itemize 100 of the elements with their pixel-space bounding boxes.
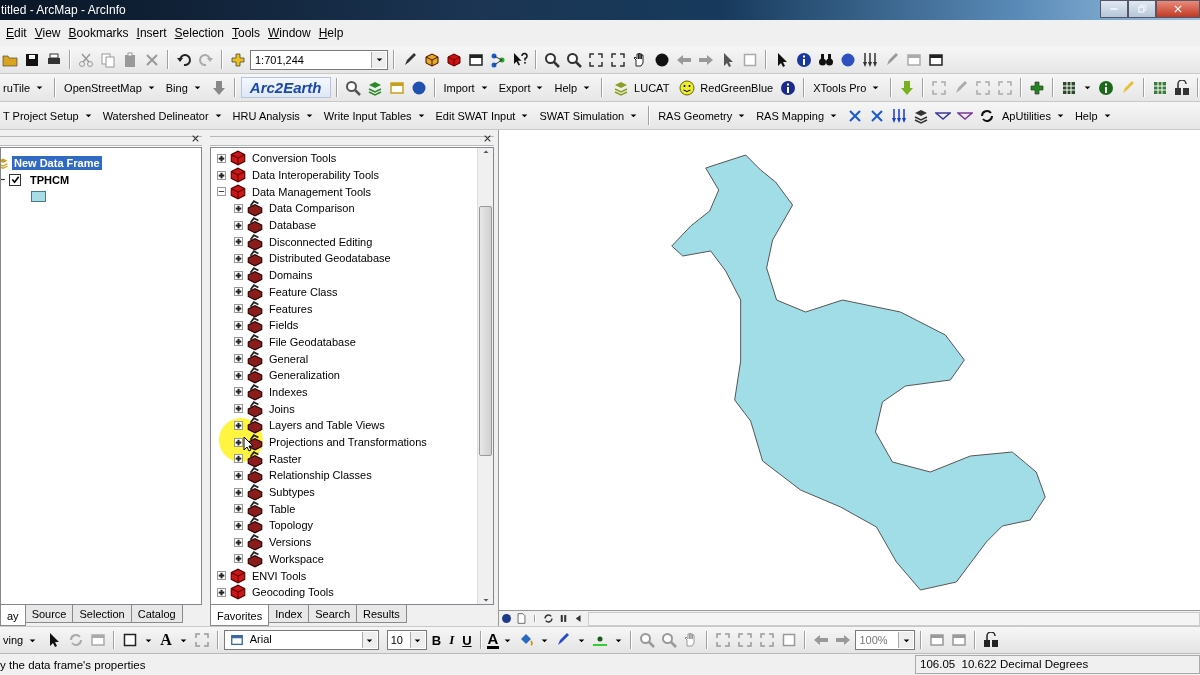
add-data-icon[interactable]: [230, 51, 246, 68]
stack-icon[interactable]: [913, 107, 929, 124]
panel-tab[interactable]: Source: [24, 605, 74, 623]
menu-dropdown[interactable]: T Project Setup: [0, 107, 98, 124]
panel-tab[interactable]: Index: [268, 605, 310, 623]
tree-item[interactable]: Geocoding Tools: [252, 586, 334, 599]
menu-dropdown[interactable]: Help: [551, 79, 597, 96]
panel-tab[interactable]: Selection: [72, 605, 132, 623]
font-color-button[interactable]: A: [486, 631, 500, 649]
expand-toggle-icon[interactable]: [234, 404, 243, 414]
panel-tab[interactable]: Search: [308, 605, 358, 623]
expand-toggle-icon[interactable]: [234, 387, 243, 397]
menu-item[interactable]: Insert: [132, 23, 171, 43]
expand-toggle-icon[interactable]: [234, 487, 243, 497]
line-color-icon[interactable]: [555, 632, 572, 648]
menu-dropdown[interactable]: RAS Geometry: [655, 107, 752, 124]
whats-this-icon[interactable]: [512, 51, 528, 68]
menu-dropdown[interactable]: Export: [495, 79, 550, 96]
flow-lines-icon[interactable]: [891, 107, 907, 124]
find-icon[interactable]: [818, 51, 834, 68]
menu-item[interactable]: View: [30, 23, 65, 43]
tree-item[interactable]: Disconnected Editing: [269, 235, 373, 248]
layers-icon[interactable]: [366, 79, 383, 96]
expand-toggle-icon[interactable]: [217, 153, 226, 163]
tree-item[interactable]: Fields: [269, 319, 299, 332]
new-text-button[interactable]: A: [157, 629, 175, 651]
menu-dropdown[interactable]: RAS Mapping: [753, 107, 843, 124]
expand-toggle-icon[interactable]: [234, 520, 243, 530]
expand-toggle-icon[interactable]: [234, 370, 243, 380]
tree-item[interactable]: Domains: [269, 269, 313, 282]
zoom-in-page-icon[interactable]: [639, 632, 656, 648]
font-field[interactable]: Arial: [223, 630, 379, 650]
zoom-in-icon[interactable]: [544, 51, 560, 68]
bold-button[interactable]: B: [428, 630, 445, 650]
add-icon[interactable]: [1029, 79, 1046, 96]
expand-toggle-icon[interactable]: [234, 253, 243, 263]
menu-dropdown[interactable]: ApUtilities: [999, 107, 1070, 124]
expand-toggle-icon[interactable]: [234, 270, 243, 280]
layer-checkbox[interactable]: [9, 173, 21, 186]
hyperlink-icon[interactable]: [884, 51, 900, 68]
data-frame-label[interactable]: New Data Frame: [12, 155, 102, 170]
tree-item[interactable]: Feature Class: [269, 285, 338, 298]
close-button[interactable]: [1156, 0, 1200, 18]
expand-toggle-icon[interactable]: [234, 203, 243, 213]
save-icon[interactable]: [24, 51, 40, 68]
menu-item[interactable]: Tools: [227, 23, 264, 43]
menu-dropdown[interactable]: HRU Analysis: [229, 107, 319, 124]
menu-dropdown[interactable]: ruTile: [0, 79, 50, 96]
measure-icon[interactable]: [862, 51, 878, 68]
expand-toggle-icon[interactable]: [234, 554, 243, 564]
toolbar-button[interactable]: LUCAT: [608, 77, 673, 98]
menu-item[interactable]: Selection: [170, 23, 228, 43]
menu-dropdown[interactable]: Watershed Delineator: [99, 107, 228, 124]
rectangle-icon[interactable]: [122, 632, 139, 648]
menu-dropdown[interactable]: Edit SWAT Input: [432, 107, 535, 124]
underline-button[interactable]: U: [459, 630, 475, 650]
font-size-field[interactable]: 10: [386, 630, 427, 650]
zoom-out-page-icon[interactable]: [661, 632, 678, 648]
drawing-menu[interactable]: ving: [0, 632, 43, 648]
menu-dropdown[interactable]: Bing: [162, 79, 207, 96]
tree-item[interactable]: Database: [269, 219, 317, 232]
panel-tab[interactable]: Favorites: [210, 605, 270, 626]
expand-toggle-icon[interactable]: [234, 220, 243, 230]
next-extent-icon[interactable]: [835, 632, 852, 648]
tree-item[interactable]: Table: [269, 502, 296, 515]
menu-dropdown[interactable]: SWAT Simulation: [536, 107, 644, 124]
cube-icon[interactable]: [424, 51, 440, 68]
clipboard-icon[interactable]: [122, 51, 138, 68]
arc2earth-logo[interactable]: Arc2Earth: [240, 77, 331, 98]
fixed-zoom-out-icon[interactable]: [610, 51, 626, 68]
menu-item[interactable]: Bookmarks: [64, 23, 133, 43]
menu-dropdown[interactable]: Help: [1071, 107, 1117, 124]
table-icon[interactable]: [1061, 79, 1078, 96]
scroll-down-icon[interactable]: [481, 596, 490, 604]
close-icon[interactable]: [191, 133, 200, 143]
menu-dropdown[interactable]: XTools Pro: [810, 79, 886, 96]
zoom-field[interactable]: 100%: [855, 630, 916, 650]
menu-item[interactable]: Window: [264, 23, 315, 43]
tree-item[interactable]: Conversion Tools: [252, 152, 337, 165]
identify-icon[interactable]: [796, 51, 812, 68]
tree-item[interactable]: Generalization: [269, 369, 340, 382]
tree-item[interactable]: Raster: [269, 452, 302, 465]
expand-toggle-icon[interactable]: [217, 571, 226, 581]
search-icon[interactable]: [344, 79, 361, 96]
panel-tab[interactable]: Results: [356, 605, 407, 623]
expand-toggle-icon[interactable]: [234, 304, 243, 314]
menu-dropdown[interactable]: Write Input Tables: [320, 107, 431, 124]
scissors-icon[interactable]: [78, 51, 94, 68]
tree-item[interactable]: Topology: [269, 519, 314, 532]
previous-extent-icon[interactable]: [813, 632, 830, 648]
panel-tab[interactable]: Catalog: [130, 605, 183, 623]
tree-item[interactable]: Versions: [269, 536, 312, 549]
expand-toggle-icon[interactable]: [234, 537, 243, 547]
expand-toggle-icon[interactable]: [234, 504, 243, 514]
expand-toggle-icon[interactable]: [234, 337, 243, 347]
tree-item[interactable]: Subtypes: [269, 486, 315, 499]
tree-item[interactable]: Joins: [269, 402, 295, 415]
tree-item[interactable]: General: [269, 352, 309, 365]
window-icon[interactable]: [468, 51, 484, 68]
layout-view-icon[interactable]: [516, 613, 527, 624]
